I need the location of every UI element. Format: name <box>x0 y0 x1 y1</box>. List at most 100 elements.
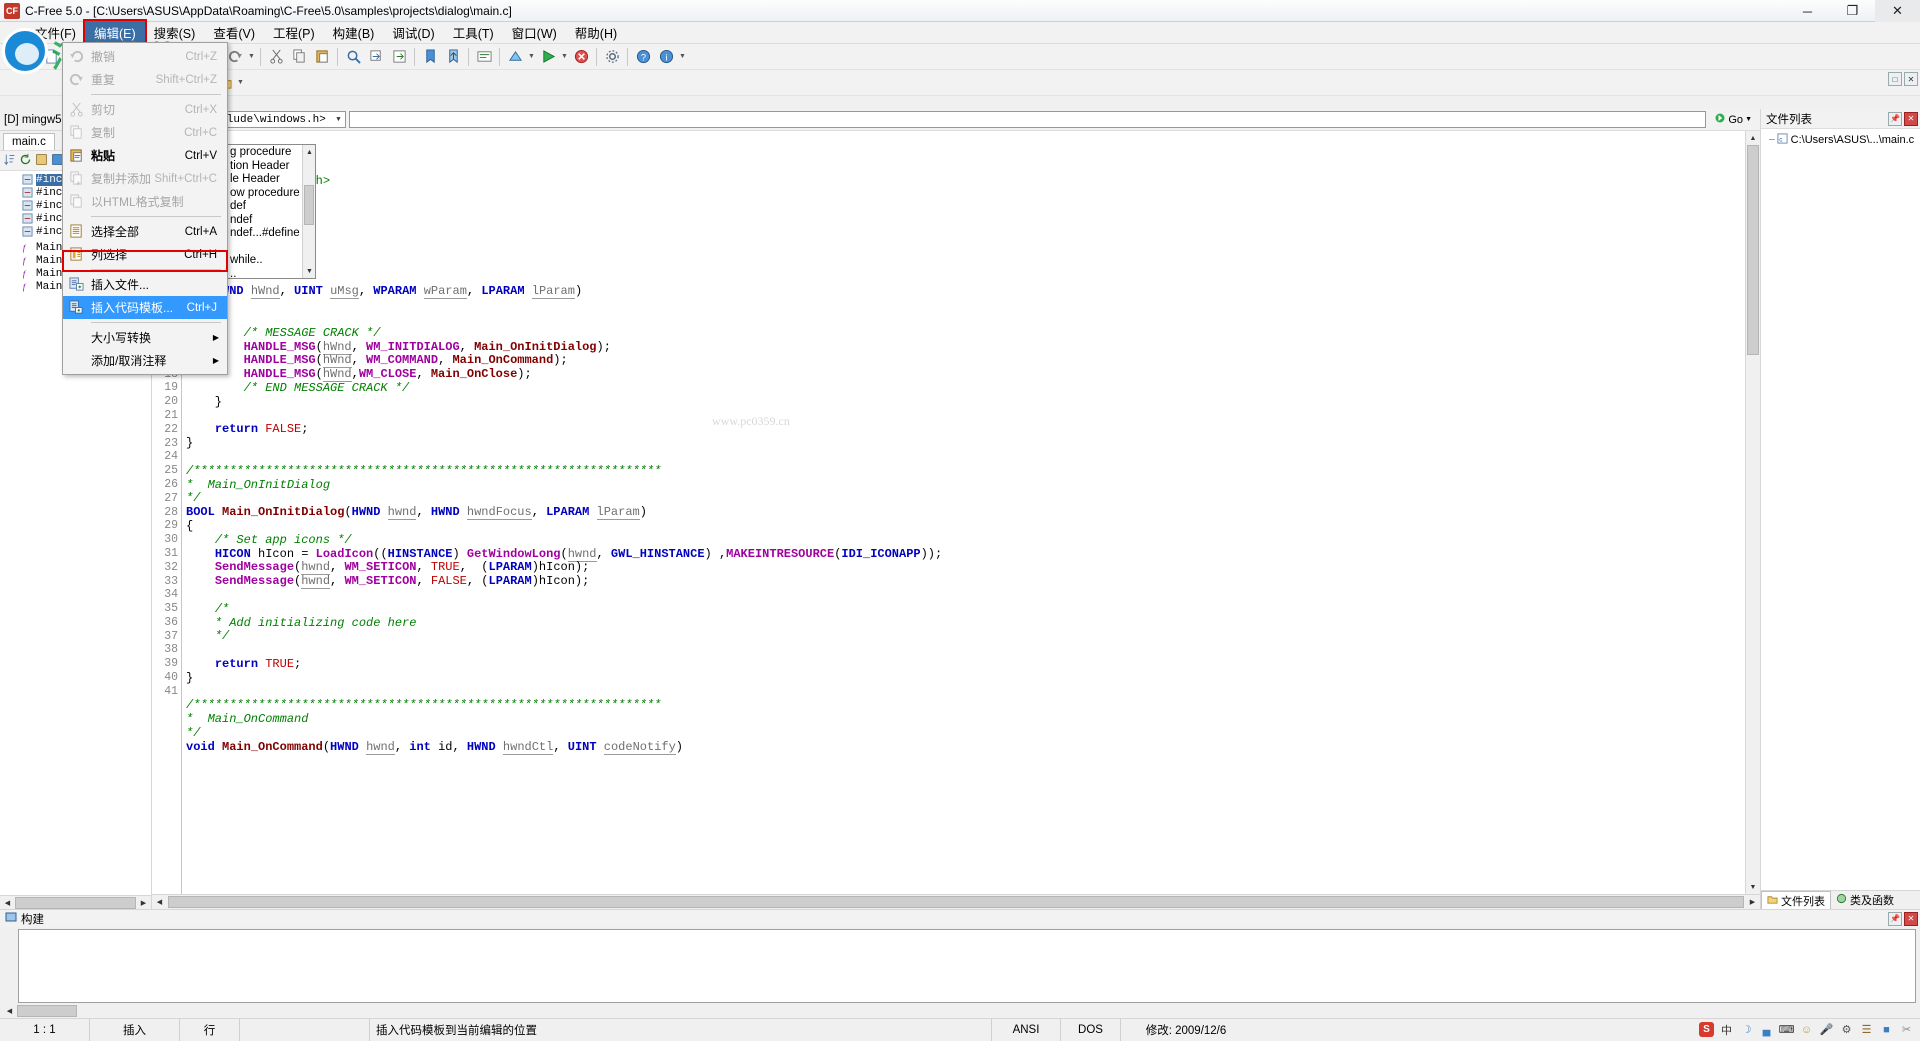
menu-icon[interactable]: ☰ <box>1859 1022 1874 1037</box>
scroll-thumb[interactable] <box>17 1004 77 1017</box>
menu-item-select-all[interactable]: 选择全部 Ctrl+A <box>63 220 227 243</box>
build-output-area[interactable] <box>18 929 1916 1003</box>
bottom-panel-hscrollbar[interactable]: ◀ <box>2 1003 1920 1018</box>
scroll-left-icon[interactable]: ◀ <box>152 895 167 909</box>
tab-file-list[interactable]: 文件列表 <box>1761 890 1831 910</box>
menu-debug[interactable]: 调试(D) <box>383 21 443 44</box>
ime-mode-icon[interactable]: 中 <box>1719 1022 1734 1037</box>
code-line[interactable]: /* END MESSAGE CRACK */ <box>186 381 1745 396</box>
code-line[interactable] <box>186 644 1745 658</box>
code-template-item[interactable]: tion Header <box>227 160 302 174</box>
edit-dropdown-menu[interactable]: 撤销 Ctrl+Z 重复 Shift+Ctrl+Z 剪切 Ctrl+X 复制 C… <box>62 42 228 375</box>
code-line[interactable]: * Main_OnCommand <box>186 712 1745 727</box>
scroll-down-icon[interactable]: ▼ <box>303 264 315 278</box>
menu-file[interactable]: 文件(F) <box>26 21 85 44</box>
code-line[interactable]: #include <windows.h> <box>186 174 1745 189</box>
code-line[interactable] <box>186 216 1745 230</box>
code-line[interactable]: { <box>186 519 1745 534</box>
code-template-item[interactable]: ndef...#define <box>227 227 302 241</box>
code-line[interactable]: } <box>186 395 1745 410</box>
menu-item-toggle-comment[interactable]: 添加/取消注释 ▶ <box>63 349 227 372</box>
code-line[interactable]: /* MESSAGE CRACK */ <box>186 326 1745 341</box>
menu-build[interactable]: 构建(B) <box>324 21 384 44</box>
code-line[interactable]: * Main_OnInitDialog <box>186 478 1745 493</box>
replace-icon[interactable] <box>365 46 387 68</box>
goto-icon[interactable] <box>388 46 410 68</box>
compile-dropdown-icon[interactable]: ▼ <box>527 46 536 68</box>
menu-help[interactable]: 帮助(H) <box>566 21 626 44</box>
code-line[interactable] <box>186 258 1745 272</box>
find-icon[interactable] <box>342 46 364 68</box>
menu-tools[interactable]: 工具(T) <box>444 21 503 44</box>
minimize-button[interactable]: ─ <box>1785 0 1830 22</box>
refresh-icon[interactable] <box>19 153 32 169</box>
code-line[interactable]: return FALSE; <box>186 422 1745 437</box>
scroll-thumb[interactable] <box>168 896 1744 908</box>
code-line[interactable]: BOOL Main_OnInitDialog(HWND hwnd, HWND h… <box>186 505 1745 521</box>
settings-icon[interactable] <box>601 46 623 68</box>
code-line[interactable]: HANDLE_MSG(hWnd, WM_COMMAND, Main_OnComm… <box>186 353 1745 369</box>
go-button[interactable]: Go ▼ <box>1709 111 1757 128</box>
code-line[interactable]: /* <box>186 602 1745 617</box>
file-list-body[interactable]: ─ c C:\Users\ASUS\...\main.c <box>1761 129 1920 890</box>
gear-icon[interactable]: ⚙ <box>1839 1022 1854 1037</box>
close-doc-button[interactable]: ✕ <box>1904 72 1918 86</box>
paste-icon[interactable] <box>311 46 333 68</box>
menu-item-undo[interactable]: 撤销 Ctrl+Z <box>63 45 227 68</box>
menu-item-insert-code-template[interactable]: 插入代码模板... Ctrl+J <box>63 296 227 319</box>
code-line[interactable]: */ <box>186 629 1745 644</box>
filter-icon[interactable] <box>35 153 48 169</box>
code-line[interactable]: void Main_OnCommand(HWND hwnd, int id, H… <box>186 739 1745 755</box>
moon-icon[interactable]: ☽ <box>1739 1022 1754 1037</box>
code-line[interactable] <box>186 203 1745 217</box>
code-line[interactable]: SendMessage(hwnd, WM_SETICON, FALSE, (LP… <box>186 574 1745 590</box>
scroll-left-icon[interactable]: ◀ <box>0 895 15 910</box>
code-line[interactable] <box>186 313 1745 327</box>
run-icon[interactable] <box>537 46 559 68</box>
code-editor[interactable]: 1234567891011121314151617181920212223242… <box>152 131 1760 894</box>
project-dropdown-icon[interactable]: ▼ <box>236 72 245 94</box>
close-button[interactable]: ✕ <box>1875 0 1920 22</box>
menu-item-cut[interactable]: 剪切 Ctrl+X <box>63 98 227 121</box>
menu-item-copy-html[interactable]: 以HTML格式复制 <box>63 190 227 213</box>
code-template-item[interactable]: while.. <box>227 254 302 268</box>
comment-toggle-icon[interactable] <box>473 46 495 68</box>
code-line[interactable]: */ <box>186 726 1745 741</box>
code-line[interactable]: /***************************************… <box>186 698 1745 713</box>
scroll-thumb[interactable] <box>15 896 136 909</box>
menu-item-insert-file[interactable]: 插入文件... <box>63 273 227 296</box>
menu-item-copy[interactable]: 复制 Ctrl+C <box>63 121 227 144</box>
project-selector-label[interactable]: [D] mingw5 <box>0 114 62 126</box>
scroll-down-icon[interactable]: ▼ <box>1746 880 1760 894</box>
menu-item-redo[interactable]: 重复 Shift+Ctrl+Z <box>63 68 227 91</box>
code-line[interactable]: .h" <box>186 243 1745 258</box>
redo-dropdown-icon[interactable]: ▼ <box>247 46 256 68</box>
code-line[interactable]: */ <box>186 491 1745 506</box>
bookmark-icon[interactable] <box>419 46 441 68</box>
panel-icon[interactable]: ■ <box>1879 1022 1894 1037</box>
code-template-scrollbar[interactable]: ▲ ▼ <box>302 145 315 278</box>
scroll-right-icon[interactable]: ▶ <box>136 895 151 910</box>
scroll-up-icon[interactable]: ▲ <box>303 145 315 159</box>
editor-vscrollbar[interactable]: ▲ ▼ <box>1745 131 1760 894</box>
find-input[interactable] <box>349 111 1707 128</box>
code-line[interactable]: * Add initializing code here <box>186 616 1745 631</box>
chevron-down-icon[interactable]: ▼ <box>332 116 345 124</box>
menu-edit[interactable]: 编辑(E) <box>82 19 147 46</box>
about-icon[interactable]: i <box>655 46 677 68</box>
close-panel-icon[interactable]: ✕ <box>1904 111 1918 126</box>
scroll-right-icon[interactable]: ▶ <box>1745 895 1760 909</box>
compile-icon[interactable] <box>504 46 526 68</box>
code-line[interactable]: roc(HWND hWnd, UINT uMsg, WPARAM wParam,… <box>186 284 1745 300</box>
menu-project[interactable]: 工程(P) <box>264 21 324 44</box>
pin-icon[interactable]: 📌 <box>1888 911 1902 926</box>
code-line[interactable] <box>186 685 1745 699</box>
code-line[interactable]: } <box>186 671 1745 686</box>
code-line[interactable]: /* Set app icons */ <box>186 533 1745 548</box>
code-line[interactable]: .h> <box>186 188 1745 203</box>
toolbox-icon[interactable]: ▄ <box>1759 1022 1774 1037</box>
code-line[interactable] <box>186 272 1745 286</box>
pin-icon[interactable]: 📌 <box>1888 111 1902 126</box>
help-dropdown-icon[interactable]: ▼ <box>678 46 687 68</box>
expand-icon[interactable]: ─ <box>1769 135 1775 144</box>
